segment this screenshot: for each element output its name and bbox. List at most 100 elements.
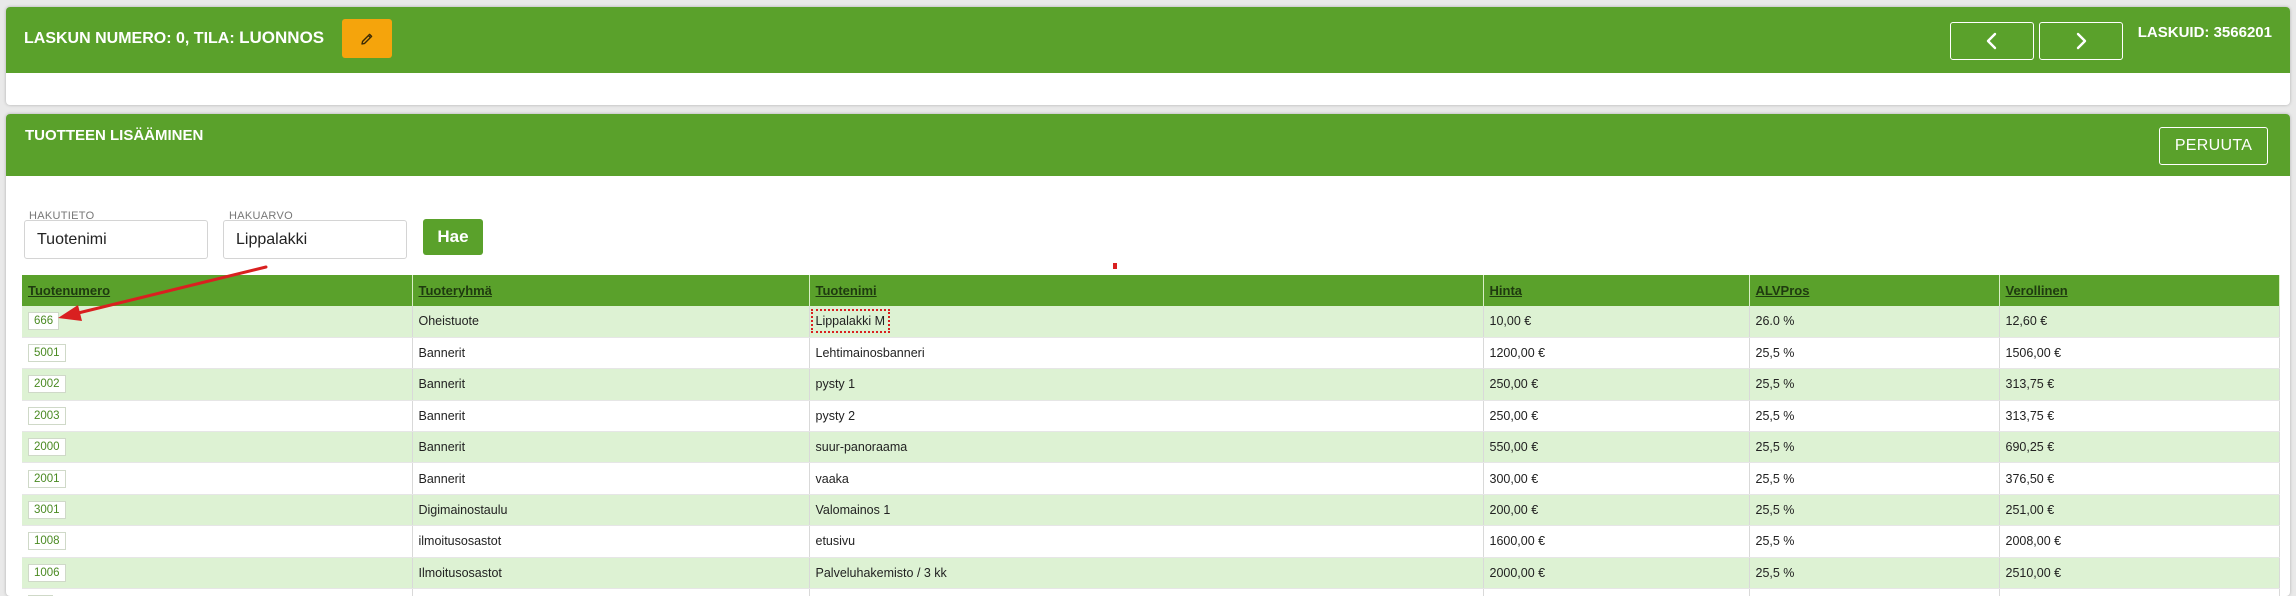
cell-price: 1200,00 € xyxy=(1483,337,1750,370)
cell-vat: 25,5 % xyxy=(1749,557,2000,590)
product-code-link[interactable]: 5001 xyxy=(28,344,66,363)
cell-gross: 376,50 € xyxy=(1999,462,2280,495)
table-row[interactable]: 2003 Bannerit pysty 2 250,00 € 25,5 % 31… xyxy=(22,400,2280,433)
cell-name: Valomainos 1 xyxy=(809,494,1484,527)
cell-price: 2000,00 € xyxy=(1483,557,1750,590)
add-product-title: TUOTTEEN LISÄÄMINEN xyxy=(25,127,204,144)
cell-code: 666 xyxy=(22,306,413,338)
cell-gross: 313,75 € xyxy=(1999,400,2280,433)
table-row[interactable]: 1006 Ilmoitusosastot Palveluhakemisto / … xyxy=(22,557,2280,590)
cell-vat xyxy=(1749,588,2000,596)
cell-group: Bannerit xyxy=(412,368,810,401)
cell-group: Bannerit xyxy=(412,400,810,433)
cell-price: 550,00 € xyxy=(1483,431,1750,464)
cell-vat: 25,5 % xyxy=(1749,368,2000,401)
product-code-link[interactable]: 2002 xyxy=(28,375,66,394)
product-code-link[interactable]: 2001 xyxy=(28,469,66,488)
invoice-title: LASKUN NUMERO: 0, TILA: LUONNOS xyxy=(24,28,324,48)
cell-code: 1008 xyxy=(22,525,413,558)
cell-name: Lehtimainosbanneri xyxy=(809,337,1484,370)
table-row[interactable]: 1008 ilmoitusosastot etusivu 1600,00 € 2… xyxy=(22,525,2280,558)
cell-group: Ilmoitusosastot xyxy=(412,557,810,590)
column-header-alvpros[interactable]: ALVPros xyxy=(1749,275,2000,306)
cell-price: 250,00 € xyxy=(1483,400,1750,433)
cell-gross: 12,60 € xyxy=(1999,306,2280,338)
product-code-link[interactable]: 1006 xyxy=(28,563,66,582)
column-header-tuotenumero[interactable]: Tuotenumero xyxy=(22,275,413,306)
invoice-header-panel: LASKUN NUMERO: 0, TILA: LUONNOS LASKUID:… xyxy=(6,7,2290,105)
search-field-select[interactable]: Tuotenimi xyxy=(24,220,208,259)
table-row[interactable]: 2001 Bannerit vaaka 300,00 € 25,5 % 376,… xyxy=(22,462,2280,495)
table-row[interactable]: 5001 Bannerit Lehtimainosbanneri 1200,00… xyxy=(22,337,2280,370)
invoice-status: LUONNOS xyxy=(239,28,325,47)
product-code-link[interactable]: 2000 xyxy=(28,438,66,457)
cell-name: etusivu xyxy=(809,525,1484,558)
edit-invoice-button[interactable] xyxy=(342,19,392,58)
cell-group: Bannerit xyxy=(412,431,810,464)
search-value-text: Lippalakki xyxy=(236,231,308,248)
cell-code: 5001 xyxy=(22,337,413,370)
cell-vat: 25,5 % xyxy=(1749,400,2000,433)
table-row[interactable]: 2000 Bannerit suur-panoraama 550,00 € 25… xyxy=(22,431,2280,464)
cell-group: Bannerit xyxy=(412,462,810,495)
cell-name xyxy=(809,588,1484,596)
cell-vat: 25,5 % xyxy=(1749,431,2000,464)
cell-gross: 251,00 € xyxy=(1999,494,2280,527)
cell-name: vaaka xyxy=(809,462,1484,495)
product-code-link[interactable]: 2003 xyxy=(28,406,66,425)
cell-code: 2002 xyxy=(22,368,413,401)
highlighted-product-name: Lippalakki M xyxy=(810,309,891,334)
table-row[interactable]: 666 Oheistuote Lippalakki M 10,00 € 26.0… xyxy=(22,306,2280,338)
cell-vat: 25,5 % xyxy=(1749,525,2000,558)
table-row[interactable]: 2002 Bannerit pysty 1 250,00 € 25,5 % 31… xyxy=(22,368,2280,401)
previous-invoice-button[interactable] xyxy=(1950,22,2034,60)
cell-group: Bannerit xyxy=(412,337,810,370)
table-row[interactable]: 3001 Digimainostaulu Valomainos 1 200,00… xyxy=(22,494,2280,527)
cell-price: 300,00 € xyxy=(1483,462,1750,495)
search-value-input[interactable]: Lippalakki xyxy=(223,220,407,259)
table-row[interactable] xyxy=(22,588,2280,596)
add-product-panel: TUOTTEEN LISÄÄMINEN PERUUTA HAKUTIETO Tu… xyxy=(6,114,2290,596)
cell-code xyxy=(22,588,413,596)
table-header-row: Tuotenumero Tuoteryhmä Tuotenimi Hinta A… xyxy=(22,275,2280,306)
cell-code: 1006 xyxy=(22,557,413,590)
cell-gross: 690,25 € xyxy=(1999,431,2280,464)
product-code-link[interactable]: 1008 xyxy=(28,532,66,551)
column-header-hinta[interactable]: Hinta xyxy=(1483,275,1750,306)
add-product-bar: TUOTTEEN LISÄÄMINEN PERUUTA xyxy=(6,114,2290,176)
cell-price: 200,00 € xyxy=(1483,494,1750,527)
laskuid-label: LASKUID: 3566201 xyxy=(2137,24,2272,41)
chevron-left-icon xyxy=(1986,32,1997,50)
column-header-tuotenimi[interactable]: Tuotenimi xyxy=(809,275,1484,306)
products-table: Tuotenumero Tuoteryhmä Tuotenimi Hinta A… xyxy=(22,275,2280,596)
cell-name: pysty 2 xyxy=(809,400,1484,433)
cell-code: 2003 xyxy=(22,400,413,433)
cell-name: suur-panoraama xyxy=(809,431,1484,464)
cell-price: 250,00 € xyxy=(1483,368,1750,401)
cell-gross: 2510,00 € xyxy=(1999,557,2280,590)
cell-vat: 25,5 % xyxy=(1749,462,2000,495)
next-invoice-button[interactable] xyxy=(2039,22,2123,60)
pencil-icon xyxy=(361,33,373,45)
column-header-verollinen[interactable]: Verollinen xyxy=(1999,275,2280,306)
cell-code: 2000 xyxy=(22,431,413,464)
invoice-title-middle: , TILA: xyxy=(184,30,240,47)
annotation-mark xyxy=(1113,263,1117,269)
cell-vat: 25,5 % xyxy=(1749,337,2000,370)
cell-group: Digimainostaulu xyxy=(412,494,810,527)
cancel-button[interactable]: PERUUTA xyxy=(2159,127,2268,165)
product-code-link[interactable]: 666 xyxy=(28,312,60,331)
cell-name: Palveluhakemisto / 3 kk xyxy=(809,557,1484,590)
product-code-link[interactable]: 3001 xyxy=(28,501,66,520)
cell-code: 3001 xyxy=(22,494,413,527)
invoice-title-prefix: LASKUN NUMERO: xyxy=(24,30,176,47)
cell-group: Oheistuote xyxy=(412,306,810,338)
cell-group xyxy=(412,588,810,596)
cell-gross: 1506,00 € xyxy=(1999,337,2280,370)
search-button[interactable]: Hae xyxy=(423,219,483,255)
cell-price: 1600,00 € xyxy=(1483,525,1750,558)
column-header-tuoteryhma[interactable]: Tuoteryhmä xyxy=(412,275,810,306)
cell-name: Lippalakki M xyxy=(809,306,1484,338)
search-field-value: Tuotenimi xyxy=(37,231,107,248)
cell-gross: 2008,00 € xyxy=(1999,525,2280,558)
